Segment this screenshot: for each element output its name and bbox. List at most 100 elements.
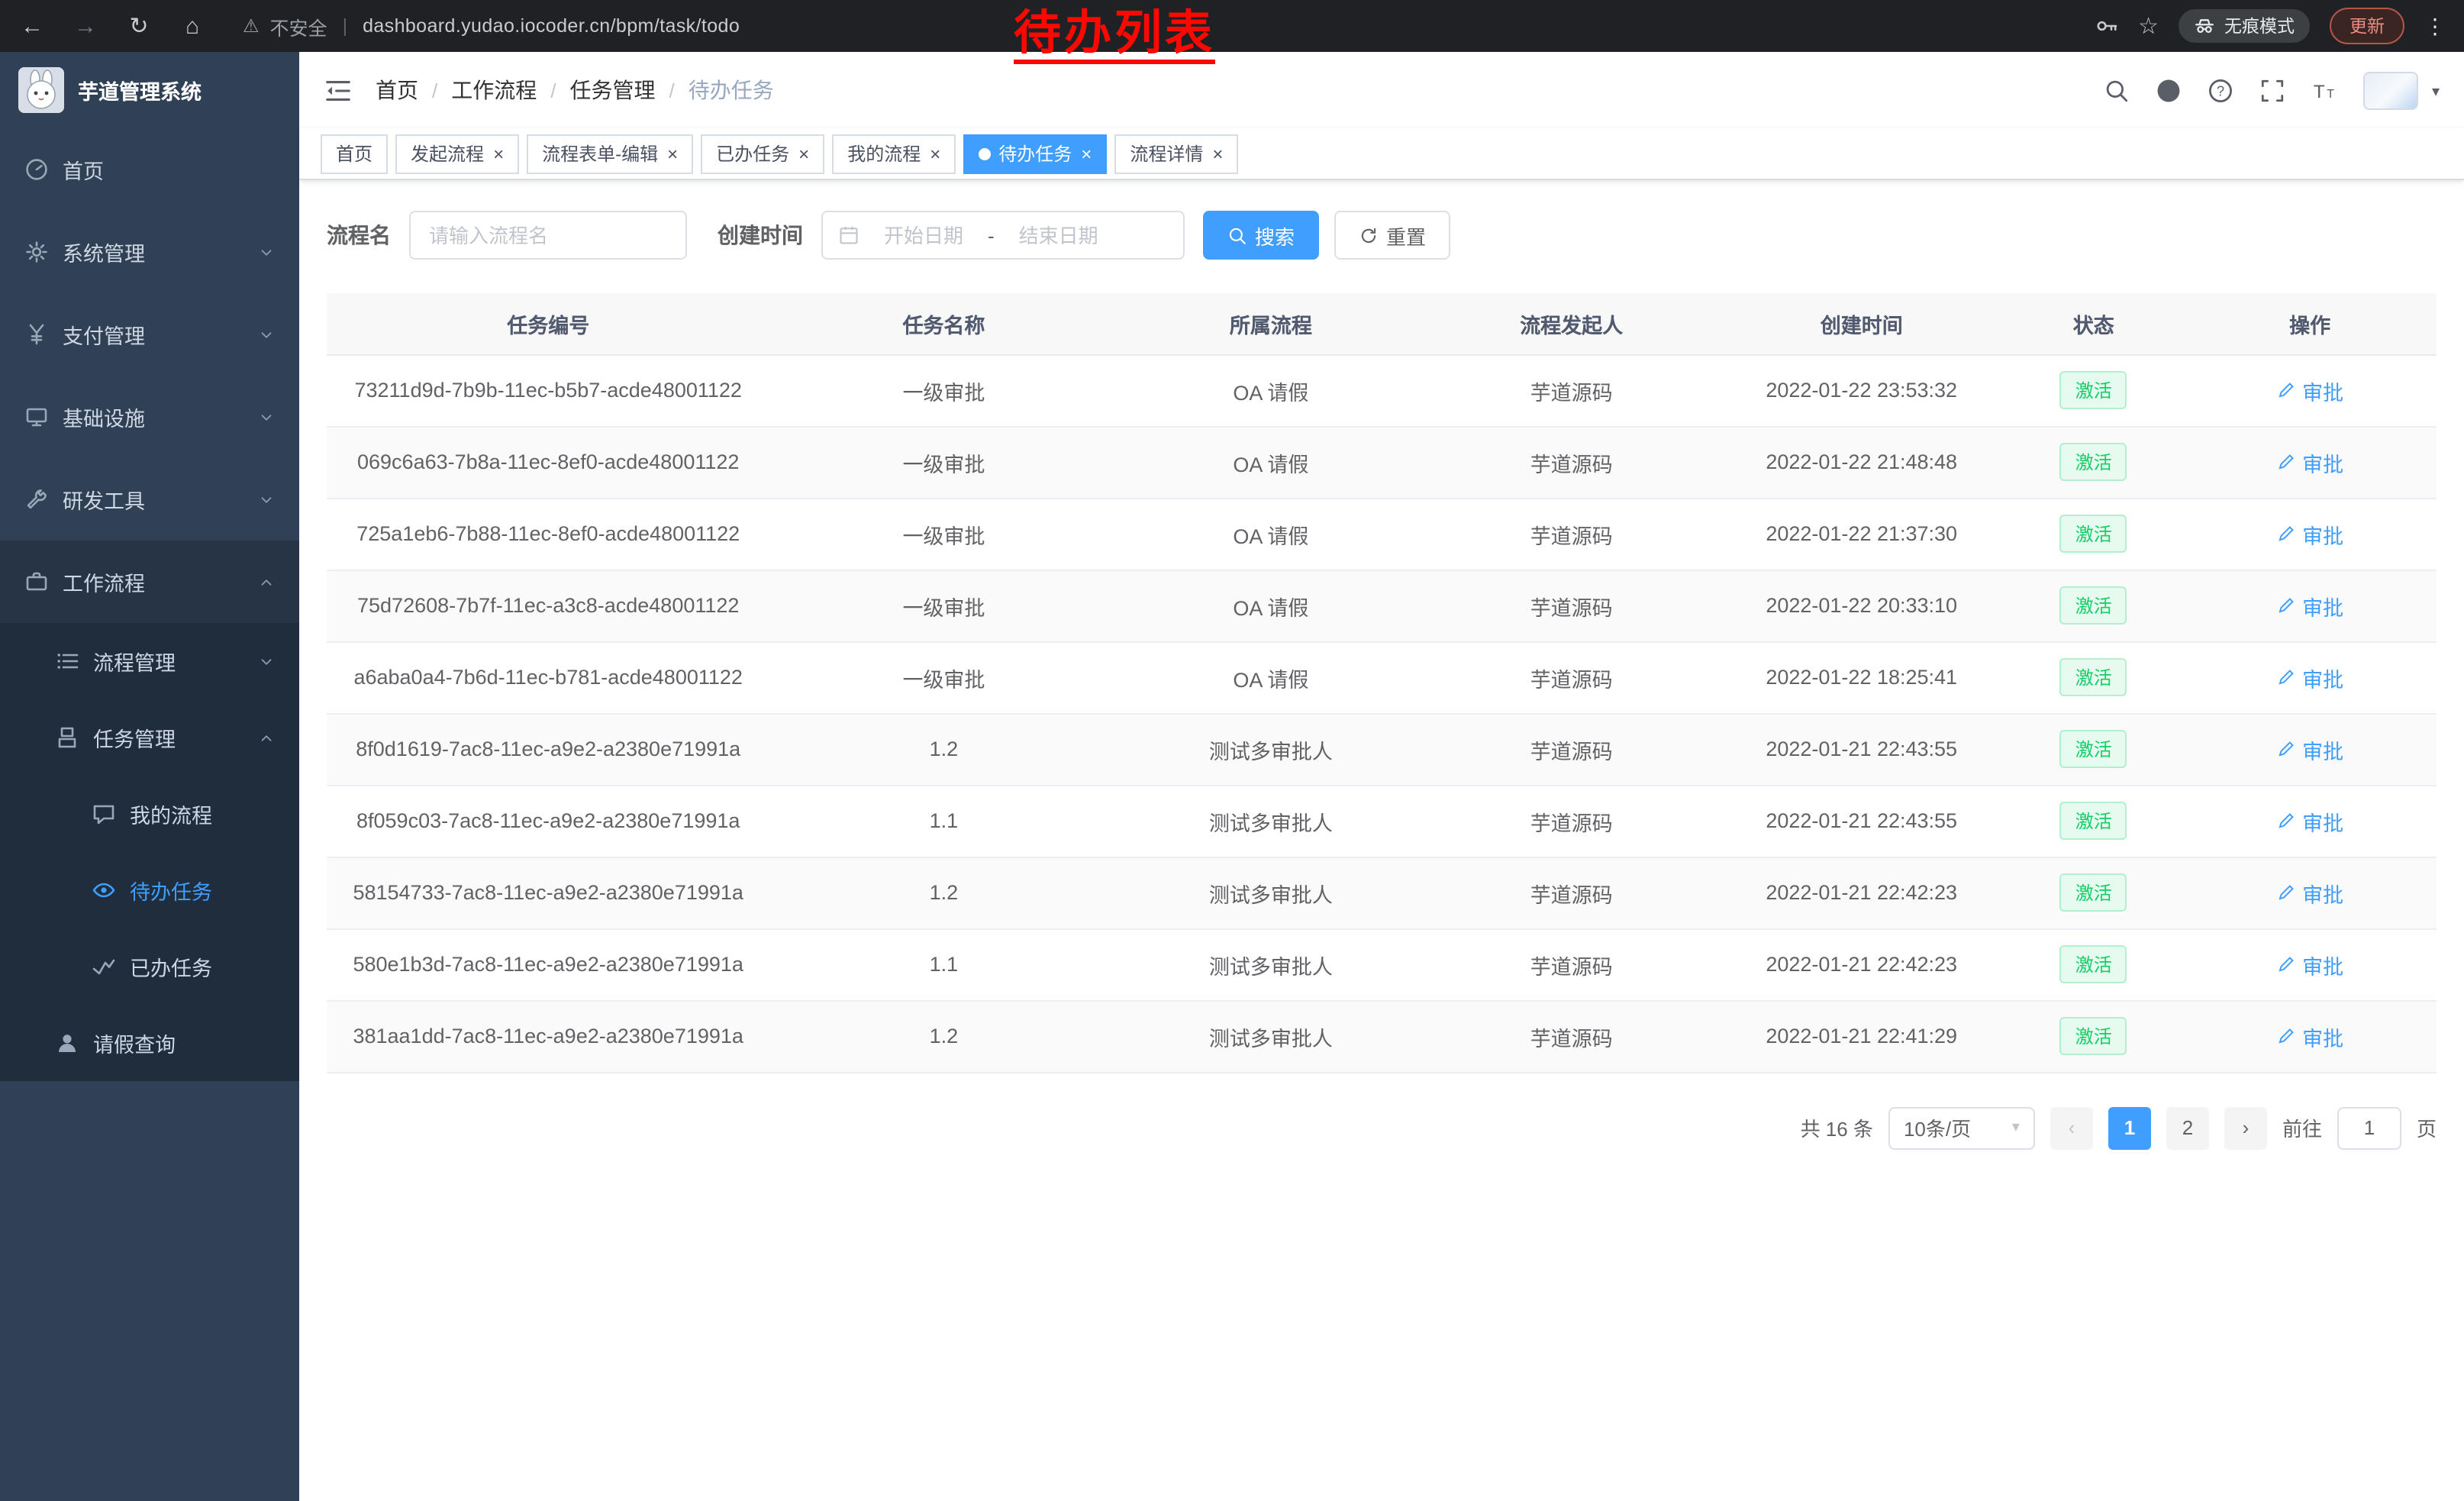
process-name-input[interactable]	[409, 211, 687, 260]
sidebar-item-payment-management[interactable]: 支付管理	[0, 293, 299, 376]
screen: ← → ↻ ⌂ ⚠ 不安全 | dashboard.yudao.iocoder.…	[0, 0, 2464, 1501]
calendar-icon	[838, 224, 859, 246]
close-icon[interactable]: ×	[1212, 144, 1223, 163]
process-cell: 测试多审批人	[1118, 785, 1424, 857]
task-name-cell: 1.1	[769, 928, 1118, 1000]
browser-menu-icon[interactable]: ⋮	[2424, 13, 2446, 39]
github-icon[interactable]	[2156, 77, 2182, 103]
task-id-cell: 75d72608-7b7f-11ec-a3c8-acde48001122	[327, 570, 769, 641]
initiator-cell: 芋道源码	[1424, 426, 1719, 498]
app-logo[interactable]: 芋道管理系统	[0, 52, 299, 128]
tab-done-tasks[interactable]: 已办任务×	[701, 134, 824, 173]
page-size-value: 10条/页	[1904, 1113, 1971, 1142]
task-id-cell: 580e1b3d-7ac8-11ec-a9e2-a2380e71991a	[327, 928, 769, 1000]
forward-icon[interactable]: →	[72, 13, 99, 39]
font-size-icon[interactable]: TT	[2311, 77, 2337, 103]
home-icon[interactable]: ⌂	[179, 13, 206, 39]
page-button-2[interactable]: 2	[2166, 1106, 2209, 1149]
sidebar-item-workflow[interactable]: 工作流程	[0, 541, 299, 623]
edit-icon	[2276, 524, 2296, 544]
search-button-label: 搜索	[1255, 221, 1295, 250]
column-header: 创建时间	[1719, 293, 2004, 354]
close-icon[interactable]: ×	[798, 144, 809, 163]
update-label: 更新	[2350, 14, 2385, 38]
close-icon[interactable]: ×	[667, 144, 678, 163]
initiator-cell: 芋道源码	[1424, 857, 1719, 928]
task-id-cell: 8f0d1619-7ac8-11ec-a9e2-a2380e71991a	[327, 713, 769, 785]
tab-todo-tasks[interactable]: 待办任务×	[963, 134, 1107, 173]
close-icon[interactable]: ×	[930, 144, 940, 163]
browser-nav: ← → ↻ ⌂	[18, 12, 206, 40]
chevron-down-icon	[258, 326, 275, 343]
search-button[interactable]: 搜索	[1203, 211, 1319, 260]
dashboard-icon	[24, 157, 49, 182]
status-badge: 激活	[2060, 443, 2127, 481]
next-page-button[interactable]: ›	[2224, 1106, 2267, 1149]
sidebar-item-system-management[interactable]: 系统管理	[0, 211, 299, 293]
approve-link[interactable]: 审批	[2276, 805, 2343, 836]
tab-home[interactable]: 首页	[321, 134, 388, 173]
sidebar-item-task-management[interactable]: 任务管理	[0, 699, 299, 776]
task-id-cell: a6aba0a4-7b6d-11ec-b781-acde48001122	[327, 641, 769, 713]
page-button-1[interactable]: 1	[2108, 1106, 2151, 1149]
tab-process-detail[interactable]: 流程详情×	[1114, 134, 1238, 173]
sidebar-item-dev-tools[interactable]: 研发工具	[0, 458, 299, 541]
date-range-picker[interactable]: -	[821, 211, 1185, 260]
page-size-select[interactable]: 10条/页 ▾	[1888, 1106, 2035, 1149]
breadcrumb-item[interactable]: 任务管理	[570, 75, 656, 105]
sidebar-item-label: 请假查询	[93, 1028, 176, 1058]
breadcrumb-item[interactable]: 首页	[376, 75, 418, 105]
user-avatar[interactable]	[2363, 71, 2418, 109]
update-button[interactable]: 更新	[2330, 8, 2404, 44]
search-icon[interactable]	[2104, 77, 2130, 103]
top-header: 首页 / 工作流程 / 任务管理 / 待办任务 ? TT ▾	[299, 52, 2464, 128]
sidebar-item-my-processes[interactable]: 我的流程	[0, 776, 299, 852]
filter-bar: 流程名 创建时间 - 搜索 重置	[327, 211, 2437, 260]
close-icon[interactable]: ×	[493, 144, 504, 163]
initiator-cell: 芋道源码	[1424, 641, 1719, 713]
approve-link[interactable]: 审批	[2276, 949, 2343, 980]
tab-process-form-edit[interactable]: 流程表单-编辑×	[527, 134, 693, 173]
tab-my-processes[interactable]: 我的流程×	[832, 134, 956, 173]
sidebar-item-done-tasks[interactable]: 已办任务	[0, 928, 299, 1005]
table-row: 069c6a63-7b8a-11ec-8ef0-acde48001122一级审批…	[327, 426, 2437, 498]
close-icon[interactable]: ×	[1081, 144, 1092, 163]
avatar-caret-icon[interactable]: ▾	[2432, 83, 2440, 109]
breadcrumb-item[interactable]: 工作流程	[451, 75, 537, 105]
refresh-icon[interactable]: ↻	[125, 12, 153, 40]
address-bar[interactable]: ⚠ 不安全 | dashboard.yudao.iocoder.cn/bpm/t…	[243, 11, 740, 40]
back-icon[interactable]: ←	[18, 13, 46, 39]
reset-button[interactable]: 重置	[1334, 211, 1450, 260]
incognito-badge: 无痕模式	[2179, 9, 2310, 43]
sidebar-item-infrastructure[interactable]: 基础设施	[0, 376, 299, 458]
approve-link[interactable]: 审批	[2276, 375, 2343, 405]
approve-link[interactable]: 审批	[2276, 734, 2343, 764]
help-icon[interactable]: ?	[2208, 77, 2233, 103]
start-date-input[interactable]	[867, 222, 980, 248]
sidebar-item-process-management[interactable]: 流程管理	[0, 623, 299, 699]
approve-link[interactable]: 审批	[2276, 518, 2343, 549]
sidebar-item-label: 支付管理	[63, 319, 145, 350]
sidebar-item-label: 基础设施	[63, 402, 145, 432]
approve-link[interactable]: 审批	[2276, 662, 2343, 692]
approve-link[interactable]: 审批	[2276, 590, 2343, 621]
approve-link[interactable]: 审批	[2276, 447, 2343, 477]
fullscreen-icon[interactable]	[2259, 77, 2285, 103]
end-date-input[interactable]	[1002, 222, 1115, 248]
sidebar-item-leave-query[interactable]: 请假查询	[0, 1005, 299, 1081]
list-icon	[55, 649, 79, 673]
key-icon[interactable]	[2094, 14, 2118, 38]
approve-link[interactable]: 审批	[2276, 877, 2343, 908]
prev-page-button[interactable]: ‹	[2050, 1106, 2093, 1149]
bookmark-star-icon[interactable]: ☆	[2138, 12, 2159, 40]
column-header: 操作	[2183, 293, 2437, 354]
goto-page-input[interactable]	[2337, 1106, 2401, 1149]
sidebar-item-home[interactable]: 首页	[0, 128, 299, 211]
approve-link[interactable]: 审批	[2276, 1021, 2343, 1051]
tab-initiate-process[interactable]: 发起流程×	[395, 134, 519, 173]
sidebar-item-todo-tasks[interactable]: 待办任务	[0, 852, 299, 928]
created-time-cell: 2022-01-21 22:42:23	[1719, 857, 2004, 928]
collapse-sidebar-icon[interactable]	[324, 76, 353, 105]
task-name-cell: 一级审批	[769, 570, 1118, 641]
status-badge: 激活	[2060, 730, 2127, 768]
